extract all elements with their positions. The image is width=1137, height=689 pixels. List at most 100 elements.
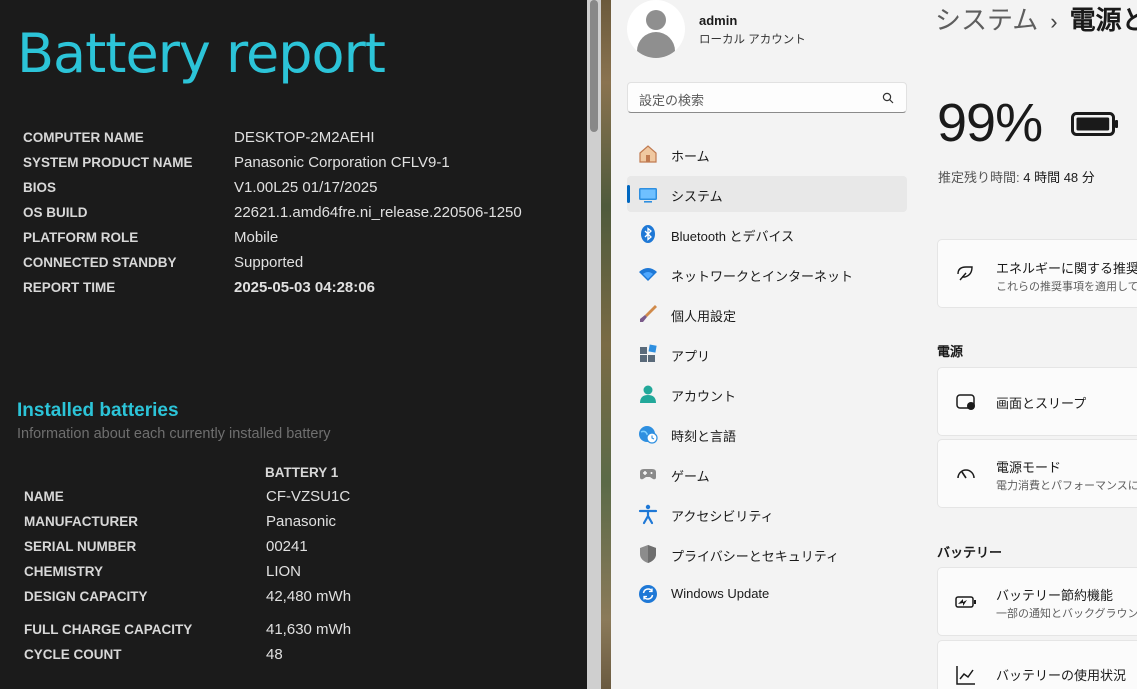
sidebar-item-label: Windows Update: [671, 586, 770, 601]
info-key: BIOS: [23, 180, 57, 195]
battery-saver-card[interactable]: バッテリー節約機能 一部の通知とバックグラウンド: [937, 567, 1137, 636]
card-title: 電源モード: [996, 460, 1062, 475]
info-key: SYSTEM PRODUCT NAME: [23, 155, 193, 170]
power-mode-card[interactable]: 電源モード 電力消費とパフォーマンスに基: [937, 439, 1137, 508]
leaf-icon: [957, 266, 973, 281]
gamepad-icon: [640, 469, 656, 480]
sidebar-item-apps[interactable]: アプリ: [627, 336, 907, 372]
chart-icon: [956, 666, 975, 685]
card-title: エネルギーに関する推奨事: [996, 261, 1137, 276]
info-key: CONNECTED STANDBY: [23, 255, 177, 270]
sidebar-item-label: プライバシーとセキュリティ: [671, 549, 839, 564]
report-scrollbar-thumb[interactable]: [590, 0, 598, 132]
shield-icon: [640, 545, 656, 563]
breadcrumb-parent[interactable]: システム: [935, 5, 1038, 35]
apps-icon: [640, 344, 657, 362]
battery-value: 00241: [266, 538, 308, 555]
sidebar-item-system[interactable]: システム: [627, 176, 907, 212]
avatar-body: [637, 32, 675, 58]
sidebar-item-label: ネットワークとインターネット: [671, 269, 854, 284]
search-input[interactable]: 設定の検索: [627, 82, 907, 113]
avatar-head: [646, 10, 666, 30]
battery-value: LION: [266, 563, 302, 580]
battery-report-pane: Battery report COMPUTER NAME DESKTOP-2M2…: [0, 0, 587, 689]
active-indicator: [627, 185, 630, 203]
account-icon: [640, 385, 656, 403]
card-title: バッテリー節約機能: [996, 588, 1114, 603]
sidebar-item-privacy[interactable]: プライバシーとセキュリティ: [627, 536, 907, 572]
installed-batteries-heading: Installed batteries: [17, 400, 179, 421]
battery-value: 48: [266, 646, 283, 663]
battery-key: CHEMISTRY: [24, 564, 104, 579]
info-value: 2025-05-03 04:28:06: [234, 279, 375, 296]
info-value: Supported: [234, 254, 304, 271]
sidebar-item-bluetooth[interactable]: Bluetooth とデバイス: [627, 216, 907, 252]
sidebar-item-network[interactable]: ネットワークとインターネット: [627, 256, 907, 292]
card-title: バッテリーの使用状況: [996, 668, 1127, 683]
system-icon: [639, 188, 657, 203]
info-key: REPORT TIME: [23, 280, 116, 295]
screen-sleep-card[interactable]: 画面とスリープ: [937, 367, 1137, 436]
energy-recommendations-card[interactable]: エネルギーに関する推奨事 これらの推奨事項を適用してエ: [937, 239, 1137, 308]
screen-sleep-icon: [956, 394, 975, 410]
accessibility-icon: [638, 504, 658, 525]
sidebar-item-label: Bluetooth とデバイス: [671, 229, 795, 244]
sidebar-item-windows-update[interactable]: Windows Update: [627, 576, 907, 612]
card-subtitle: 電力消費とパフォーマンスに基: [996, 480, 1137, 492]
info-value: 22621.1.amd64fre.ni_release.220506-1250: [234, 204, 522, 221]
info-value: Panasonic Corporation CFLV9-1: [234, 154, 450, 171]
globe-clock-icon: [639, 426, 658, 444]
battery-saver-icon: [955, 596, 976, 608]
battery-section-heading: バッテリー: [937, 545, 1003, 560]
battery-key: CYCLE COUNT: [24, 647, 122, 662]
card-title: 画面とスリープ: [996, 396, 1087, 411]
sidebar-item-gaming[interactable]: ゲーム: [627, 456, 907, 492]
wifi-icon: [639, 268, 657, 281]
info-value: V1.00L25 01/17/2025: [234, 179, 378, 196]
brush-icon: [640, 305, 657, 322]
sidebar-item-label: ホーム: [671, 149, 710, 164]
report-title: Battery report: [17, 22, 386, 85]
battery-key: SERIAL NUMBER: [24, 539, 137, 554]
card-subtitle: 一部の通知とバックグラウンド: [996, 608, 1137, 620]
info-value: Mobile: [234, 229, 279, 246]
battery-key: DESIGN CAPACITY: [24, 589, 148, 604]
chevron-right-icon: ›: [1050, 9, 1058, 34]
home-icon: [639, 145, 657, 163]
info-key: PLATFORM ROLE: [23, 230, 139, 245]
page-title: 電源と: [1069, 5, 1137, 35]
sidebar-item-time-language[interactable]: 時刻と言語: [627, 416, 907, 452]
breadcrumb: システム › 電源と: [935, 0, 1137, 37]
sidebar-item-home[interactable]: ホーム: [627, 136, 907, 172]
sidebar-item-label: ゲーム: [671, 469, 710, 484]
estimated-time-remaining: 推定残り時間: 4 時間 48 分: [938, 167, 1095, 186]
battery-fill: [1076, 117, 1110, 131]
bluetooth-icon: [641, 225, 655, 243]
user-name: admin: [699, 13, 738, 28]
search-icon[interactable]: [882, 92, 894, 104]
battery-usage-card[interactable]: バッテリーの使用状況: [937, 640, 1137, 689]
battery-value: Panasonic: [266, 513, 337, 530]
battery-value: 41,630 mWh: [266, 621, 352, 638]
sidebar-item-personalization[interactable]: 個人用設定: [627, 296, 907, 332]
sidebar-item-label: 時刻と言語: [671, 429, 737, 444]
card-subtitle: これらの推奨事項を適用してエ: [996, 281, 1137, 293]
installed-batteries-subtitle: Information about each currently install…: [17, 426, 331, 442]
battery-key: FULL CHARGE CAPACITY: [24, 622, 193, 637]
avatar[interactable]: [627, 0, 685, 58]
battery-column-header: BATTERY 1: [265, 465, 339, 480]
battery-icon: [1071, 112, 1118, 136]
user-account-type: ローカル アカウント: [699, 34, 806, 46]
desktop-wallpaper-strip: [601, 0, 611, 689]
sidebar-item-accessibility[interactable]: アクセシビリティ: [627, 496, 907, 532]
gauge-icon: [957, 469, 975, 479]
sidebar-item-accounts[interactable]: アカウント: [627, 376, 907, 412]
sidebar-item-label: アクセシビリティ: [671, 509, 774, 524]
sidebar-item-label: アプリ: [671, 349, 711, 364]
sidebar-item-label: アカウント: [671, 389, 737, 404]
battery-key: NAME: [24, 489, 64, 504]
search-placeholder: 設定の検索: [639, 93, 705, 108]
info-value: DESKTOP-2M2AEHI: [234, 129, 375, 146]
power-section-heading: 電源: [937, 344, 964, 359]
info-key: OS BUILD: [23, 205, 88, 220]
